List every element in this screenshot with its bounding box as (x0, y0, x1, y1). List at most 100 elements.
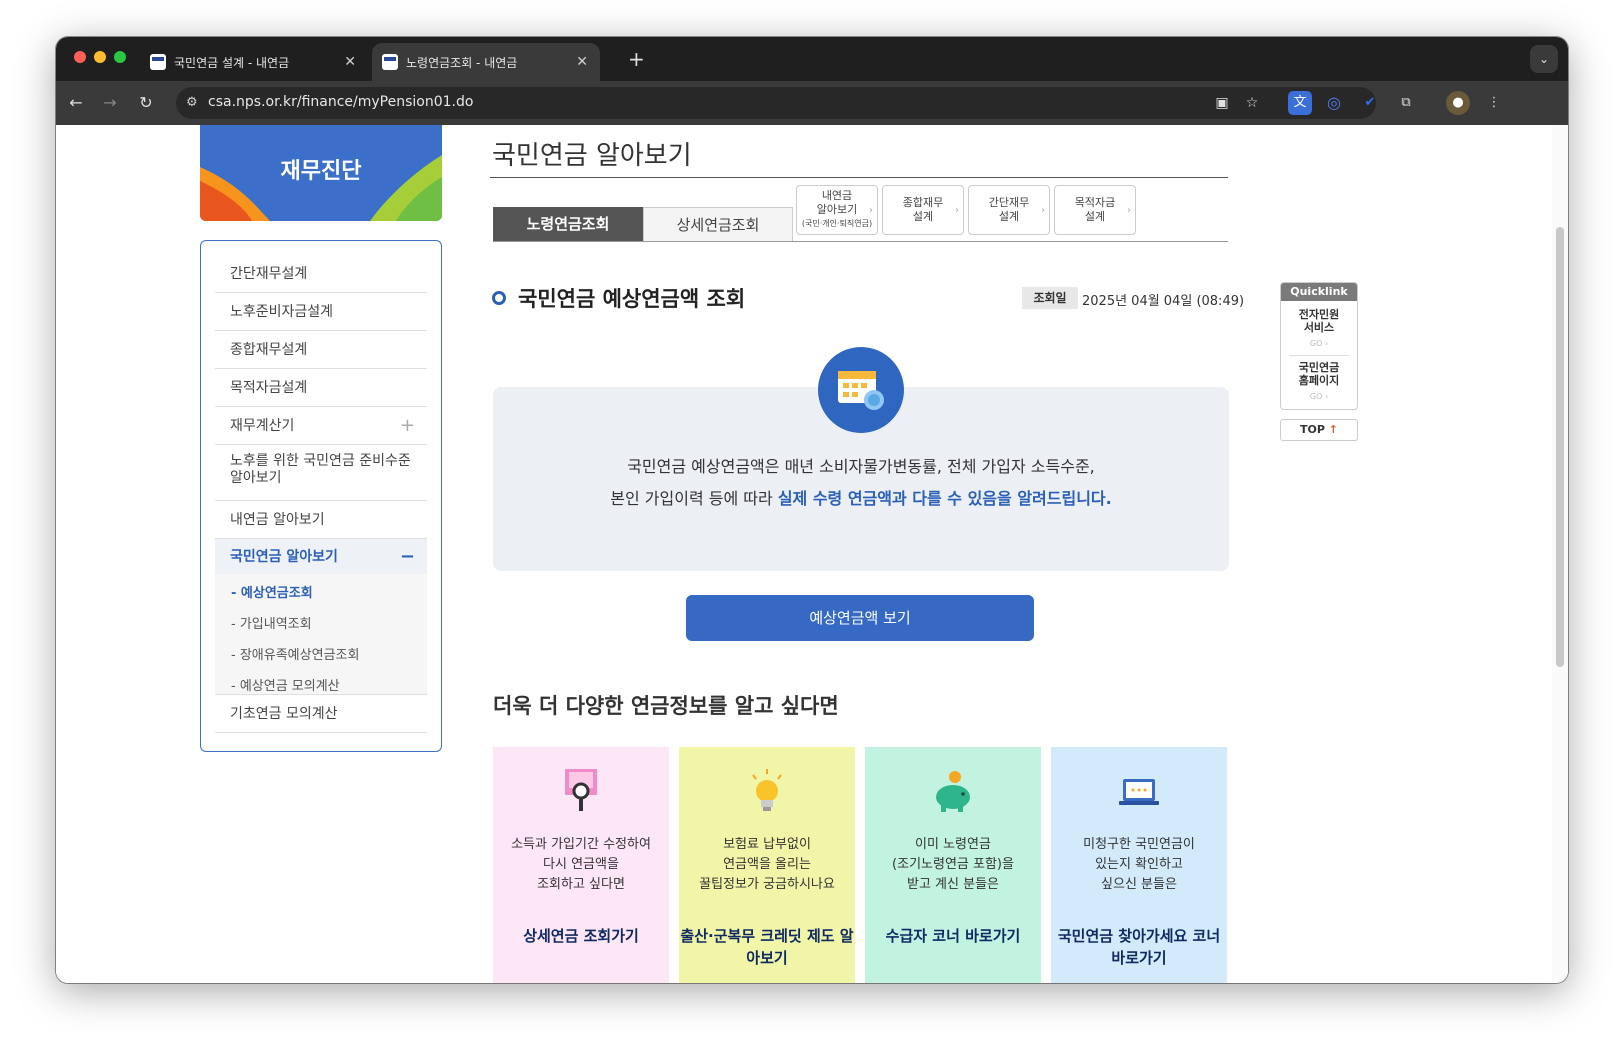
profile-avatar-icon[interactable]: ● (1446, 91, 1470, 115)
submenu-item[interactable]: - 장애유족예상연금조회 (231, 644, 359, 663)
more-info-title: 더욱 더 다양한 연금정보를 알고 싶다면 (493, 694, 839, 718)
quicklink-label: 서비스 (1303, 321, 1335, 334)
sidebar-item-label: 간단재무설계 (230, 266, 308, 282)
submenu-item-active[interactable]: - 예상연금조회 (231, 582, 313, 601)
shortcut-comprehensive[interactable]: 종합재무 설계 › (882, 185, 964, 235)
sidebar-item-label: 종합재무설계 (230, 342, 308, 358)
card-desc-line: (조기노령연금 포함)을 (892, 857, 1014, 872)
sidebar-item-label: 국민연금 알아보기 (230, 549, 338, 565)
browser-tab-active[interactable]: 노령연금조회 - 내연금 ✕ (372, 43, 600, 81)
shortcut-line: 설계 (912, 210, 934, 223)
banner-title: 재무진단 (280, 159, 362, 184)
bookmark-star-icon[interactable]: ☆ (1242, 93, 1262, 113)
info-card[interactable]: 소득과 가입기간 수정하여 다시 연금액을 조회하고 싶다면 상세연금 조회가기 (493, 747, 669, 983)
card-description: 이미 노령연금 (조기노령연금 포함)을 받고 계신 분들은 (865, 835, 1041, 895)
sidebar-item[interactable]: 재무계산기 + (215, 407, 427, 445)
sidebar-item-active[interactable]: 국민연금 알아보기 − (215, 539, 427, 575)
expand-plus-icon[interactable]: + (400, 407, 415, 445)
card-desc-line: 꿀팁정보가 궁금하시나요 (699, 877, 835, 892)
close-tab-icon[interactable]: ✕ (576, 54, 588, 70)
search-extension-icon[interactable]: ◎ (1322, 91, 1346, 115)
sidebar-item[interactable]: 내연금 알아보기 (215, 501, 427, 539)
translate-extension-icon[interactable]: 文 (1288, 91, 1312, 115)
more-menu-icon[interactable]: ⋮ (1482, 91, 1506, 115)
sidebar-item-label: 기초연금 모의계산 (230, 706, 338, 722)
sidebar-item[interactable]: 노후를 위한 국민연금 준비수준 알아보기 (215, 445, 427, 501)
card-desc-line: 미청구한 국민연금이 (1083, 837, 1195, 852)
go-label: GO › (1309, 392, 1329, 401)
quicklink-nps-homepage[interactable]: 국민연금 홈페이지 GO › (1281, 361, 1357, 403)
scroll-top-button[interactable]: TOP ↑ (1280, 419, 1358, 441)
date-label: 조회일 (1022, 287, 1078, 309)
close-tab-icon[interactable]: ✕ (344, 54, 356, 70)
card-link[interactable]: 수급자 코너 바로가기 (865, 925, 1041, 947)
url-text[interactable]: csa.nps.or.kr/finance/myPension01.do (208, 94, 473, 110)
card-desc-line: 싶으신 분들은 (1101, 877, 1177, 892)
chevron-right-icon: › (1127, 205, 1131, 216)
sidebar-item[interactable]: 종합재무설계 (215, 331, 427, 369)
card-desc-line: 조회하고 싶다면 (537, 877, 625, 892)
card-desc-line: 있는지 확인하고 (1095, 857, 1183, 872)
card-description: 보험료 납부없이 연금액을 올리는 꿀팁정보가 궁금하시나요 (679, 835, 855, 895)
back-icon[interactable]: ← (64, 91, 88, 115)
shortcut-line: 간단재무 (988, 196, 1030, 209)
info-card[interactable]: 이미 노령연금 (조기노령연금 포함)을 받고 계신 분들은 수급자 코너 바로… (865, 747, 1041, 983)
browser-tab[interactable]: 국민연금 설계 - 내연금 ✕ (140, 43, 368, 81)
minimize-window-button[interactable] (94, 51, 106, 63)
card-desc-line: 받고 계신 분들은 (907, 877, 999, 892)
shortcut-line: 내연금 (821, 189, 853, 202)
close-window-button[interactable] (74, 51, 86, 63)
maximize-window-button[interactable] (114, 51, 126, 63)
sidebar-item[interactable]: 기초연금 모의계산 (215, 695, 427, 733)
site-info-icon[interactable]: ⚙ (186, 95, 202, 111)
collapse-minus-icon[interactable]: − (400, 539, 415, 575)
card-desc-line: 이미 노령연금 (915, 837, 991, 852)
shortcut-line: 알아보기 (816, 203, 858, 216)
info-text-plain: 본인 가입이력 등에 따라 (610, 489, 778, 508)
tab-title: 노령연금조회 - 내연금 (406, 55, 518, 70)
sidebar-submenu: - 예상연금조회 - 가입내역조회 - 장애유족예상연금조회 - 예상연금 모의… (215, 574, 427, 695)
shortcut-line: 목적자금 (1074, 196, 1116, 209)
quicklink-title: Quicklink (1281, 283, 1357, 301)
shortcut-line: 설계 (998, 210, 1020, 223)
view-expected-pension-button[interactable]: 예상연금액 보기 (686, 595, 1034, 641)
card-link[interactable]: 출산·군복무 크레딧 제도 알아보기 (679, 925, 855, 969)
tab-detailed-pension[interactable]: 상세연금조회 (643, 207, 793, 241)
quicklink-divider (1289, 355, 1349, 356)
section-title: 국민연금 예상연금액 조회 (518, 287, 746, 311)
reload-icon[interactable]: ↻ (134, 91, 158, 115)
forward-icon[interactable]: → (98, 91, 122, 115)
sidebar-item[interactable]: 목적자금설계 (215, 369, 427, 407)
sidebar-item[interactable]: 간단재무설계 (215, 255, 427, 293)
scrollbar-thumb[interactable] (1556, 227, 1564, 667)
tab-old-age-pension[interactable]: 노령연금조회 (493, 207, 643, 241)
camera-off-icon[interactable]: ▣ (1212, 93, 1232, 113)
sidebar-item-label: 재무계산기 (230, 418, 295, 434)
shortcut-simple[interactable]: 간단재무 설계 › (968, 185, 1050, 235)
go-label: GO › (1309, 339, 1329, 348)
extensions-puzzle-icon[interactable]: ⧉ (1394, 91, 1418, 115)
new-tab-button[interactable]: + (628, 47, 645, 71)
shortcut-my-pension[interactable]: 내연금 알아보기 (국민·개인·퇴직연금) › (796, 185, 878, 235)
tab-search-icon[interactable]: ⌄ (1530, 45, 1558, 73)
info-card[interactable]: 미청구한 국민연금이 있는지 확인하고 싶으신 분들은 국민연금 찾아가세요 코… (1051, 747, 1227, 983)
info-card[interactable]: 보험료 납부없이 연금액을 올리는 꿀팁정보가 궁금하시나요 출산·군복무 크레… (679, 747, 855, 983)
card-link[interactable]: 상세연금 조회가기 (493, 925, 669, 947)
submenu-item[interactable]: - 예상연금 모의계산 (231, 675, 340, 694)
sidebar-item[interactable]: 노후준비자금설계 (215, 293, 427, 331)
check-extension-icon[interactable]: ✔ (1358, 91, 1382, 115)
submenu-item[interactable]: - 가입내역조회 (231, 613, 312, 632)
arrow-up-icon: ↑ (1328, 423, 1338, 436)
info-text-line1: 국민연금 예상연금액은 매년 소비자물가변동률, 전체 가입자 소득수준, (627, 457, 1095, 476)
laptop-icon (1119, 779, 1159, 805)
shortcut-note: (국민·개인·퇴직연금) (801, 219, 873, 228)
card-link[interactable]: 국민연금 찾아가세요 코너 바로가기 (1051, 925, 1227, 969)
tabs-divider (493, 241, 1228, 242)
quicklink-e-civil-service[interactable]: 전자민원 서비스 GO › (1281, 308, 1357, 350)
shortcut-purpose[interactable]: 목적자금 설계 › (1054, 185, 1136, 235)
address-bar[interactable]: ⚙ csa.nps.or.kr/finance/myPension01.do ▣… (176, 87, 1376, 119)
quicklink-panel: Quicklink 전자민원 서비스 GO › 국민연금 홈페이지 GO › (1280, 282, 1358, 410)
bullet-circle-icon (492, 291, 506, 305)
date-value: 2025년 04월 04일 (08:49) (1082, 294, 1245, 309)
card-desc-line: 연금액을 올리는 (723, 857, 811, 872)
